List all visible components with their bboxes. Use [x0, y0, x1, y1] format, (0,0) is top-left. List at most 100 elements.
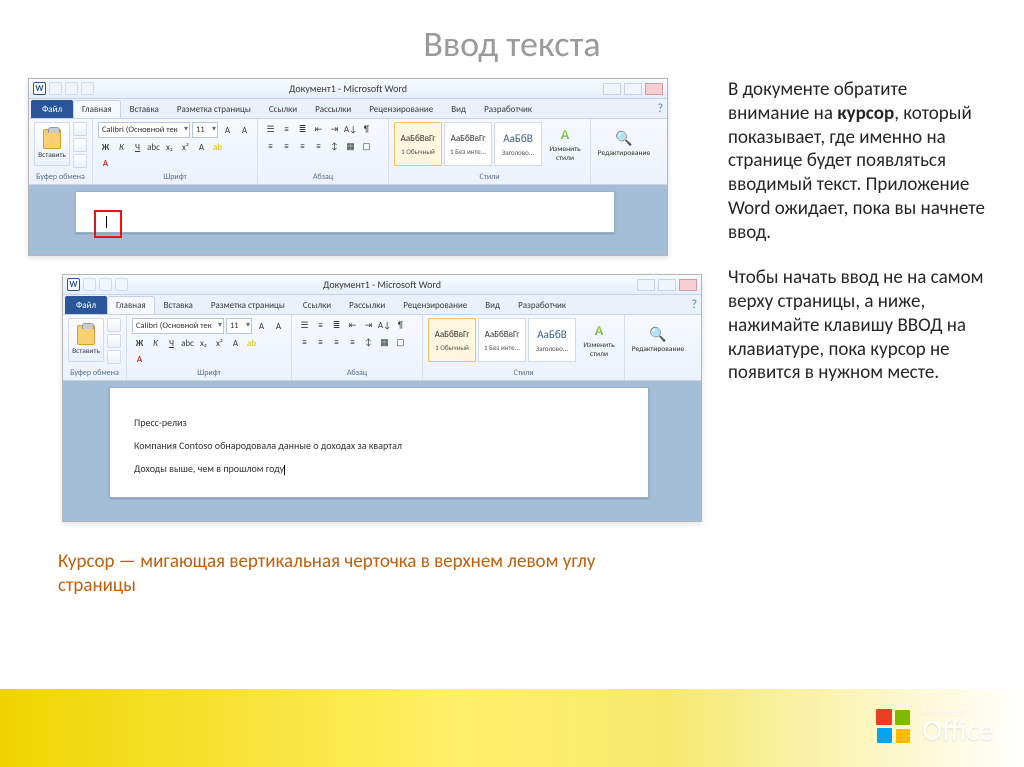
tab-mailings[interactable]: Рассылки	[340, 296, 394, 314]
line-spacing-icon[interactable]: ↕	[361, 335, 376, 350]
shrink-font-icon[interactable]: A	[271, 319, 286, 334]
tab-layout[interactable]: Разметка страницы	[168, 100, 260, 118]
font-name-combo[interactable]: Calibri (Основной тек	[132, 318, 224, 334]
qat-save-icon[interactable]	[49, 82, 62, 95]
tab-insert[interactable]: Вставка	[121, 100, 168, 118]
sort-icon[interactable]: A↓	[377, 318, 392, 333]
change-styles-button[interactable]: A Изменить стили	[545, 122, 585, 166]
indent-right-icon[interactable]: ⇥	[327, 122, 342, 137]
tab-view[interactable]: Вид	[476, 296, 509, 314]
align-left-icon[interactable]: ≡	[297, 335, 312, 350]
shading-icon[interactable]: ▦	[377, 335, 392, 350]
style-heading[interactable]: АаБбВ Заголово...	[494, 122, 542, 166]
close-button[interactable]	[679, 279, 697, 291]
tab-references[interactable]: Ссылки	[294, 296, 340, 314]
qat-undo-icon[interactable]	[65, 82, 78, 95]
align-right-icon[interactable]: ≡	[329, 335, 344, 350]
align-right-icon[interactable]: ≡	[295, 139, 310, 154]
style-no-spacing[interactable]: АаБбВвГг 1 Без инте...	[444, 122, 492, 166]
format-painter-icon[interactable]	[107, 350, 121, 364]
tab-layout[interactable]: Разметка страницы	[202, 296, 294, 314]
paste-button[interactable]: Вставить	[68, 318, 104, 362]
strike-icon[interactable]: abc	[180, 336, 195, 351]
tab-home[interactable]: Главная	[107, 296, 155, 314]
paste-button[interactable]: Вставить	[34, 122, 70, 166]
bullets-icon[interactable]: ☰	[297, 318, 312, 333]
bold-icon[interactable]: Ж	[132, 336, 147, 351]
bullets-icon[interactable]: ☰	[263, 122, 278, 137]
tab-view[interactable]: Вид	[442, 100, 475, 118]
close-button[interactable]	[645, 83, 663, 95]
shrink-font-icon[interactable]: A	[237, 123, 252, 138]
style-normal[interactable]: АаБбВвГг 1 Обычный	[428, 318, 476, 362]
font-size-combo[interactable]: 11	[192, 122, 218, 138]
maximize-button[interactable]	[658, 279, 676, 291]
minimize-button[interactable]	[637, 279, 655, 291]
justify-icon[interactable]: ≡	[345, 335, 360, 350]
document-page[interactable]	[75, 191, 615, 233]
align-left-icon[interactable]: ≡	[263, 139, 278, 154]
editing-button[interactable]: 🔍 Редактирование	[630, 318, 686, 362]
shading-icon[interactable]: ▦	[343, 139, 358, 154]
maximize-button[interactable]	[624, 83, 642, 95]
grow-font-icon[interactable]: A	[220, 123, 235, 138]
text-effects-icon[interactable]: A	[228, 336, 243, 351]
line-spacing-icon[interactable]: ↕	[327, 139, 342, 154]
multilevel-icon[interactable]: ≣	[329, 318, 344, 333]
copy-icon[interactable]	[73, 138, 87, 152]
qat-undo-icon[interactable]	[99, 278, 112, 291]
grow-font-icon[interactable]: A	[254, 319, 269, 334]
tab-developer[interactable]: Разработчик	[509, 296, 575, 314]
underline-icon[interactable]: Ч	[164, 336, 179, 351]
justify-icon[interactable]: ≡	[311, 139, 326, 154]
show-marks-icon[interactable]: ¶	[393, 318, 408, 333]
style-normal[interactable]: АаБбВвГг 1 Обычный	[394, 122, 442, 166]
style-heading[interactable]: АаБбВ Заголово...	[528, 318, 576, 362]
qat-redo-icon[interactable]	[115, 278, 128, 291]
minimize-button[interactable]	[603, 83, 621, 95]
text-effects-icon[interactable]: A	[194, 140, 209, 155]
format-painter-icon[interactable]	[73, 154, 87, 168]
font-name-combo[interactable]: Calibri (Основной тек	[98, 122, 190, 138]
editing-button[interactable]: 🔍 Редактирование	[596, 122, 652, 166]
numbering-icon[interactable]: ≡	[279, 122, 294, 137]
sort-icon[interactable]: A↓	[343, 122, 358, 137]
superscript-icon[interactable]: x²	[178, 140, 193, 155]
help-icon[interactable]: ?	[691, 298, 697, 312]
highlight-icon[interactable]: ab	[210, 140, 225, 155]
cut-icon[interactable]	[107, 318, 121, 332]
superscript-icon[interactable]: x²	[212, 336, 227, 351]
strike-icon[interactable]: abc	[146, 140, 161, 155]
italic-icon[interactable]: К	[114, 140, 129, 155]
tab-review[interactable]: Рецензирование	[394, 296, 476, 314]
show-marks-icon[interactable]: ¶	[359, 122, 374, 137]
borders-icon[interactable]: ▢	[393, 335, 408, 350]
tab-review[interactable]: Рецензирование	[360, 100, 442, 118]
document-page[interactable]: Пресс-релиз Компания Contoso обнародовал…	[109, 387, 649, 498]
underline-icon[interactable]: Ч	[130, 140, 145, 155]
subscript-icon[interactable]: x₂	[196, 336, 211, 351]
borders-icon[interactable]: ▢	[359, 139, 374, 154]
indent-right-icon[interactable]: ⇥	[361, 318, 376, 333]
align-center-icon[interactable]: ≡	[279, 139, 294, 154]
font-color-icon[interactable]: A	[98, 156, 113, 171]
tab-references[interactable]: Ссылки	[260, 100, 306, 118]
tab-file[interactable]: Файл	[65, 296, 107, 314]
font-size-combo[interactable]: 11	[226, 318, 252, 334]
style-no-spacing[interactable]: АаБбВвГг 1 Без инте...	[478, 318, 526, 362]
indent-left-icon[interactable]: ⇤	[311, 122, 326, 137]
qat-save-icon[interactable]	[83, 278, 96, 291]
indent-left-icon[interactable]: ⇤	[345, 318, 360, 333]
tab-insert[interactable]: Вставка	[155, 296, 202, 314]
cut-icon[interactable]	[73, 122, 87, 136]
align-center-icon[interactable]: ≡	[313, 335, 328, 350]
qat-redo-icon[interactable]	[81, 82, 94, 95]
change-styles-button[interactable]: A Изменить стили	[579, 318, 619, 362]
multilevel-icon[interactable]: ≣	[295, 122, 310, 137]
help-icon[interactable]: ?	[657, 102, 663, 116]
font-color-icon[interactable]: A	[132, 352, 147, 367]
tab-file[interactable]: Файл	[31, 100, 73, 118]
copy-icon[interactable]	[107, 334, 121, 348]
bold-icon[interactable]: Ж	[98, 140, 113, 155]
subscript-icon[interactable]: x₂	[162, 140, 177, 155]
